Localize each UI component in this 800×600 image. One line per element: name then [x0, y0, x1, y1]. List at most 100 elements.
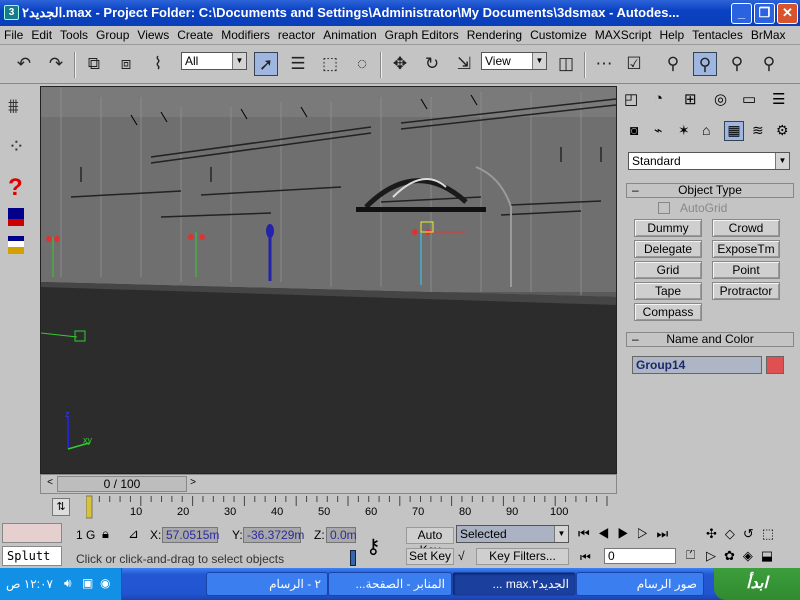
field-of-view-icon[interactable]: ▷: [706, 548, 724, 563]
undo-icon[interactable]: ↶: [12, 52, 36, 76]
compass-button[interactable]: Compass: [634, 303, 702, 321]
menu-brmax[interactable]: BrMax: [747, 26, 790, 45]
perspective-viewport[interactable]: z xy: [40, 86, 617, 474]
menu-reactor[interactable]: reactor: [274, 26, 319, 45]
maximize-button[interactable]: ❐: [754, 3, 775, 24]
dummy-button[interactable]: Dummy: [634, 219, 702, 237]
key-filters-button[interactable]: Key Filters...: [476, 548, 569, 565]
zoom-extents-icon[interactable]: ◇: [725, 526, 743, 541]
pivot-center-icon[interactable]: ◫: [554, 52, 578, 76]
lights-icon[interactable]: ✶: [678, 122, 690, 139]
exposetm-button[interactable]: ExposeTm: [712, 240, 780, 258]
maximize-viewport-icon[interactable]: ⬚: [762, 526, 782, 541]
menu-help[interactable]: Help: [655, 26, 688, 45]
move-icon[interactable]: ✥: [388, 52, 412, 76]
helpers-icon[interactable]: ▦: [724, 121, 744, 141]
menu-group[interactable]: Group: [92, 26, 133, 45]
task-paint-pictures[interactable]: صور الرسام: [576, 572, 704, 596]
pan-icon[interactable]: ✣: [706, 526, 725, 541]
menu-file[interactable]: File: [0, 26, 27, 45]
systems-icon[interactable]: ⚙: [776, 122, 789, 139]
keyboard-shortcut-override-icon[interactable]: ⋯: [592, 52, 616, 76]
help-icon[interactable]: ?: [8, 174, 23, 202]
key-mode-dropdown[interactable]: Selected ▼: [456, 525, 569, 543]
z-coordinate-field[interactable]: 0.0m: [326, 527, 357, 543]
redo-icon[interactable]: ↷: [44, 52, 68, 76]
lock-icon[interactable]: 🔒︎: [102, 526, 109, 542]
hierarchy-tab-icon[interactable]: ⊞: [684, 90, 697, 108]
select-object-icon[interactable]: ➚: [254, 52, 278, 76]
protractor-button[interactable]: Protractor: [712, 282, 780, 300]
unlink-icon[interactable]: ⧈: [114, 52, 138, 76]
bind-space-warp-icon[interactable]: ⌇: [146, 52, 170, 76]
time-slider-prev-button[interactable]: <: [43, 477, 57, 491]
cameras-icon[interactable]: ⌂: [702, 122, 710, 138]
menu-tools[interactable]: Tools: [56, 26, 92, 45]
rectangular-selection-icon[interactable]: ⬚: [318, 52, 342, 76]
play-icon[interactable]: ▶: [617, 526, 637, 541]
menu-customize[interactable]: Customize: [526, 26, 591, 45]
grid-button[interactable]: Grid: [634, 261, 702, 279]
space-warps-icon[interactable]: ≋: [752, 122, 764, 139]
category-dropdown[interactable]: Standard ▼: [628, 152, 790, 170]
language-icon[interactable]: ◉: [100, 576, 110, 590]
close-button[interactable]: ✕: [777, 3, 798, 24]
utilities-tab-icon[interactable]: ☰: [772, 90, 785, 108]
menu-edit[interactable]: Edit: [27, 26, 56, 45]
start-button[interactable]: ابدأ: [714, 568, 800, 600]
crowd-button[interactable]: Crowd: [712, 219, 780, 237]
menu-maxscript[interactable]: MAXScript: [591, 26, 656, 45]
particle-icon[interactable]: ⁘: [8, 134, 25, 159]
walk-through-icon[interactable]: ✿: [724, 548, 743, 563]
arc-rotate-icon[interactable]: ◈: [743, 548, 761, 563]
object-color-swatch[interactable]: [766, 356, 784, 374]
app-icon[interactable]: 3: [4, 5, 19, 20]
time-configuration-icon[interactable]: ⏍: [686, 548, 695, 563]
geometry-icon[interactable]: ◙: [630, 122, 638, 138]
network-icon[interactable]: ▣: [82, 576, 93, 590]
scale-icon[interactable]: ⇲: [452, 52, 476, 76]
prev-frame-icon[interactable]: ◀: [598, 526, 618, 541]
minimize-button[interactable]: _: [731, 3, 752, 24]
task-forum-page[interactable]: المنابر - الصفحة...: [328, 572, 452, 596]
menu-views[interactable]: Views: [133, 26, 173, 45]
next-frame-icon[interactable]: ▷: [637, 526, 657, 541]
menu-graph-editors[interactable]: Graph Editors: [381, 26, 463, 45]
task-3dsmax[interactable]: الجديد٢.max ...: [452, 572, 576, 596]
selection-filter-dropdown[interactable]: All ▼: [181, 52, 247, 70]
object-name-field[interactable]: Group14: [632, 356, 762, 374]
maxscript-mini-listener[interactable]: Splutt: [2, 546, 62, 566]
menu-modifiers[interactable]: Modifiers: [217, 26, 274, 45]
tape-button[interactable]: Tape: [634, 282, 702, 300]
window-crossing-icon[interactable]: ◌: [350, 52, 374, 76]
goto-end-icon[interactable]: ⏭: [657, 526, 677, 541]
reference-coord-dropdown[interactable]: View ▼: [481, 52, 547, 70]
set-key-button[interactable]: Set Key: [406, 548, 454, 565]
volume-icon[interactable]: 🔊︎: [64, 576, 72, 591]
create-tab-icon[interactable]: ◰: [624, 90, 638, 108]
teapot-icon[interactable]: [8, 208, 24, 226]
point-button[interactable]: Point: [712, 261, 780, 279]
spinner-snap-icon[interactable]: ⚲: [757, 52, 781, 76]
auto-key-button[interactable]: Auto Key: [406, 527, 454, 557]
menu-create[interactable]: Create: [173, 26, 217, 45]
x-coordinate-field[interactable]: 57.0515m: [162, 527, 219, 543]
menu-animation[interactable]: Animation: [319, 26, 380, 45]
key-mode-toggle-icon[interactable]: ⏮: [580, 550, 591, 565]
name-color-rollout-header[interactable]: – Name and Color: [626, 332, 794, 347]
teapot-gold-icon[interactable]: [8, 236, 24, 254]
percent-snap-icon[interactable]: ⚲: [725, 52, 749, 76]
grid-icon[interactable]: ⩩: [8, 96, 19, 119]
rotate-icon[interactable]: ↻: [420, 52, 444, 76]
select-by-name-icon[interactable]: ☰: [286, 52, 310, 76]
task-paint[interactable]: ٢ - الرسام: [206, 572, 328, 596]
autogrid-checkbox[interactable]: [658, 202, 670, 214]
angle-snap-icon[interactable]: ⚲: [693, 52, 717, 76]
absolute-mode-icon[interactable]: ⊿: [128, 526, 139, 542]
goto-start-icon[interactable]: ⏮: [578, 526, 598, 541]
maxscript-mini-listener-pink[interactable]: [2, 523, 62, 543]
object-type-rollout-header[interactable]: – Object Type: [626, 183, 794, 198]
current-frame-field[interactable]: 0: [604, 548, 676, 564]
menu-tentacles[interactable]: Tentacles: [688, 26, 747, 45]
y-coordinate-field[interactable]: -36.3729m: [243, 527, 304, 543]
